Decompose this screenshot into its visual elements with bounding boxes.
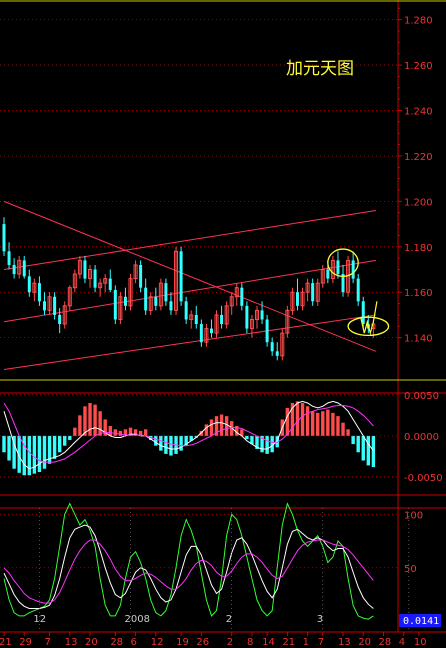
candle-body-down: [58, 314, 62, 325]
x-tick-label: 19: [176, 637, 189, 648]
candle-body-down: [295, 292, 299, 306]
x-tick-label: 4: [399, 637, 405, 648]
kdj-line: [3, 502, 374, 620]
period-marker: 12: [33, 614, 46, 625]
candle-body-down: [275, 351, 279, 356]
candle-body-down: [22, 260, 26, 277]
x-tick-label: 14: [262, 637, 275, 648]
candle-body-down: [351, 260, 355, 279]
kdj-tick-label: 50: [404, 564, 417, 575]
candle-body-down: [220, 314, 224, 325]
trendlines: [3, 200, 377, 370]
value-box: 0.0141: [403, 616, 439, 627]
period-marker: 2008: [125, 614, 150, 625]
x-tick-label: 26: [196, 637, 209, 648]
forex-chart: 1.280 1.260 1.240 1.220 1.200 1.180 1.160 1.140…: [0, 0, 446, 648]
x-tick-label: 7: [45, 637, 51, 648]
candle-body-down: [199, 324, 203, 343]
candle-body-down: [42, 301, 46, 311]
candle-body-down: [326, 269, 330, 279]
candle-body-down: [2, 224, 6, 252]
candle-body-down: [154, 296, 158, 306]
candle-body-down: [53, 296, 57, 315]
x-tick-label: 20: [358, 637, 371, 648]
price-tick-label: 1.280: [404, 16, 433, 27]
x-tick-label: 28: [110, 637, 123, 648]
candle-body-down: [184, 301, 188, 320]
candle-body-down: [260, 310, 264, 320]
macd-panel: [0, 394, 398, 478]
price-tick-label: 1.240: [404, 106, 433, 117]
x-tick-label: 29: [19, 637, 32, 648]
price-tick-label: 1.220: [404, 152, 433, 163]
x-tick-label: 28: [379, 637, 392, 648]
candle-body-down: [113, 289, 117, 320]
candle-body-down: [123, 296, 127, 306]
candle-body-down: [83, 260, 87, 279]
x-tick-label: 13: [338, 637, 351, 648]
candle-body-down: [37, 283, 41, 302]
candle-body-down: [179, 251, 183, 302]
kdj-panel: [0, 502, 398, 620]
candle-body-down: [164, 283, 168, 302]
candle-body-down: [139, 264, 143, 288]
trendline: [3, 209, 376, 270]
x-tick-label: 10: [414, 637, 427, 648]
x-tick-label: 1: [303, 637, 309, 648]
x-tick-label: 21: [0, 637, 12, 648]
macd-tick-label: -0.0050: [404, 473, 443, 484]
candle-body-down: [93, 269, 97, 288]
candle-body-down: [7, 251, 11, 265]
period-marker: 2: [226, 614, 232, 625]
candle-body-down: [144, 287, 148, 311]
candle-body-down: [356, 278, 360, 302]
candle-body-down: [265, 319, 269, 343]
kdj-tick-label: 100: [404, 510, 423, 521]
candle-body-down: [361, 301, 365, 325]
x-tick-label: 7: [318, 637, 324, 648]
candle-body-down: [311, 283, 315, 302]
x-tick-label: 6: [131, 637, 137, 648]
candle-body-down: [12, 264, 16, 275]
macd-tick-label: 0.0000: [404, 432, 439, 443]
x-tick-label: 8: [247, 637, 253, 648]
x-tick-label: 20: [85, 637, 98, 648]
price-tick-label: 1.160: [404, 288, 433, 299]
x-tick-label: 21: [282, 637, 295, 648]
candle-body-down: [209, 328, 213, 334]
candle-body-down: [240, 287, 244, 306]
price-tick-label: 1.140: [404, 334, 433, 345]
price-tick-label: 1.260: [404, 61, 433, 72]
kdj-line: [3, 524, 374, 609]
period-marker: 3: [317, 614, 323, 625]
x-tick-label: 13: [65, 637, 78, 648]
candle-body-down: [169, 301, 173, 311]
candlestick-series: [2, 217, 376, 361]
candle-body-down: [245, 305, 249, 329]
candle-body-down: [27, 276, 31, 293]
candle-body-down: [194, 314, 198, 325]
macd-tick-label: 0.0050: [404, 391, 439, 402]
chart-title: 加元天图: [286, 59, 354, 79]
candle-body-down: [270, 342, 274, 352]
price-tick-label: 1.200: [404, 197, 433, 208]
x-tick-label: 2: [227, 637, 233, 648]
x-tick-label: 12: [151, 637, 164, 648]
candle-body-down: [108, 278, 112, 290]
candle-body-down: [336, 260, 340, 275]
price-tick-label: 1.180: [404, 243, 433, 254]
